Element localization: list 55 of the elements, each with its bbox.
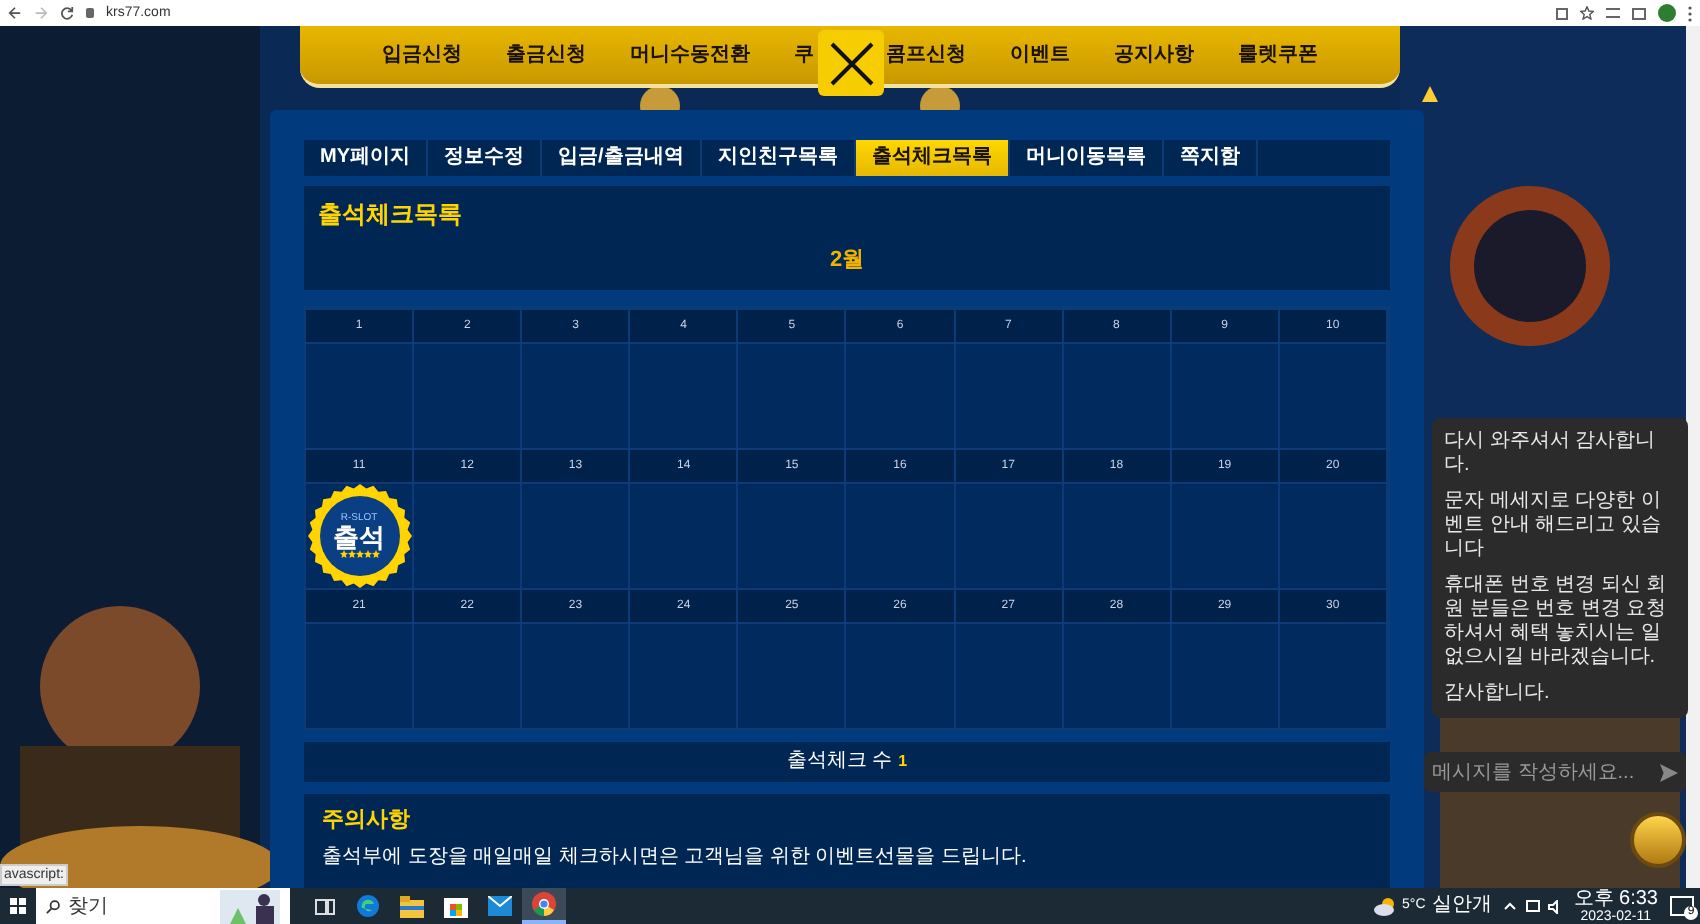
tray-caret-icon[interactable] (1503, 902, 1516, 910)
windows-icon (10, 898, 26, 914)
browser-icon[interactable] (356, 894, 380, 918)
share-icon[interactable] (1556, 7, 1568, 19)
nav-link[interactable]: 머니수동전환 (630, 40, 750, 70)
clock-time[interactable]: 오후 6:33 (1573, 889, 1658, 909)
search-highlight-picture-icon (220, 889, 280, 923)
stamp-label: 출석 (333, 524, 386, 550)
sidebar-icon[interactable] (1632, 7, 1646, 19)
nav-link[interactable]: 쿠 (794, 40, 814, 70)
nav-link[interactable]: 공지사항 (1114, 40, 1194, 70)
weather-condition[interactable]: 실안개 (1431, 896, 1492, 916)
mail-icon[interactable] (488, 896, 512, 916)
nav-link[interactable]: 룰렛쿠폰 (1238, 40, 1318, 70)
network-icon[interactable] (1525, 900, 1540, 912)
reload-icon[interactable] (60, 6, 74, 20)
tab[interactable]: 쪽지함 (1163, 140, 1258, 176)
close-button[interactable] (818, 30, 884, 96)
page-title: 출석체크목록 (318, 198, 464, 232)
nav-link[interactable]: 출금신청 (506, 40, 586, 70)
chat-message: 문자 메세지로 다양한 이벤트 안내 해드리고 있습니다 (1444, 490, 1663, 562)
chat-message: 감사합니다. (1444, 682, 1552, 706)
bookmark-star-icon[interactable] (1580, 6, 1594, 20)
tab[interactable]: MY페이지 (304, 140, 428, 176)
tab[interactable]: 머니이동목록 (1009, 140, 1164, 176)
profile-avatar[interactable] (1658, 4, 1676, 22)
count-value: 1 (898, 754, 908, 770)
tab[interactable]: 입금/출금내역 (542, 140, 702, 176)
store-icon[interactable] (444, 894, 468, 918)
tab[interactable]: 정보수정 (428, 140, 542, 176)
lock-icon (86, 8, 94, 18)
nav-link[interactable]: 콤프신청 (886, 40, 966, 70)
volume-icon[interactable] (1547, 899, 1562, 913)
chat-message: 다시 와주셔서 감사합니다. (1444, 430, 1658, 478)
folder-icon[interactable] (400, 895, 424, 917)
count-label: 출석체크 수 (786, 752, 893, 772)
reading-list-icon[interactable] (1606, 8, 1620, 18)
task-view-icon[interactable] (313, 895, 335, 917)
chat-message: 휴대폰 번호 변경 되신 회원 분들은 번호 변경 요청 하셔서 혜택 놓치시는 일 없으시길 바라겠습니다. (1444, 574, 1669, 670)
tab[interactable]: 출석체크목록 (855, 140, 1010, 176)
message-input[interactable]: 메시지를 작성하세요... (1432, 757, 1656, 787)
notice-title: 주의사항 (322, 806, 412, 836)
chrome-icon[interactable] (532, 892, 556, 916)
send-icon[interactable] (1660, 763, 1678, 781)
nav-link[interactable]: 입금신청 (382, 40, 462, 70)
close-icon (827, 39, 875, 87)
back-icon[interactable] (8, 6, 22, 20)
nav-link[interactable]: 이벤트 (1010, 40, 1070, 70)
search-icon (46, 899, 60, 913)
search-field[interactable]: 찾기 (68, 891, 212, 921)
search-bar[interactable]: 찾기 (36, 888, 290, 924)
notice-text: 출석부에 도장을 매일매일 체크하시면은 고객님을 위한 이벤트선물을 드립니다. (322, 843, 1029, 871)
month-label: 2월 (829, 246, 865, 276)
message-composer[interactable]: 메시지를 작성하세요... (1424, 752, 1686, 792)
weather-icon[interactable] (1374, 897, 1398, 915)
